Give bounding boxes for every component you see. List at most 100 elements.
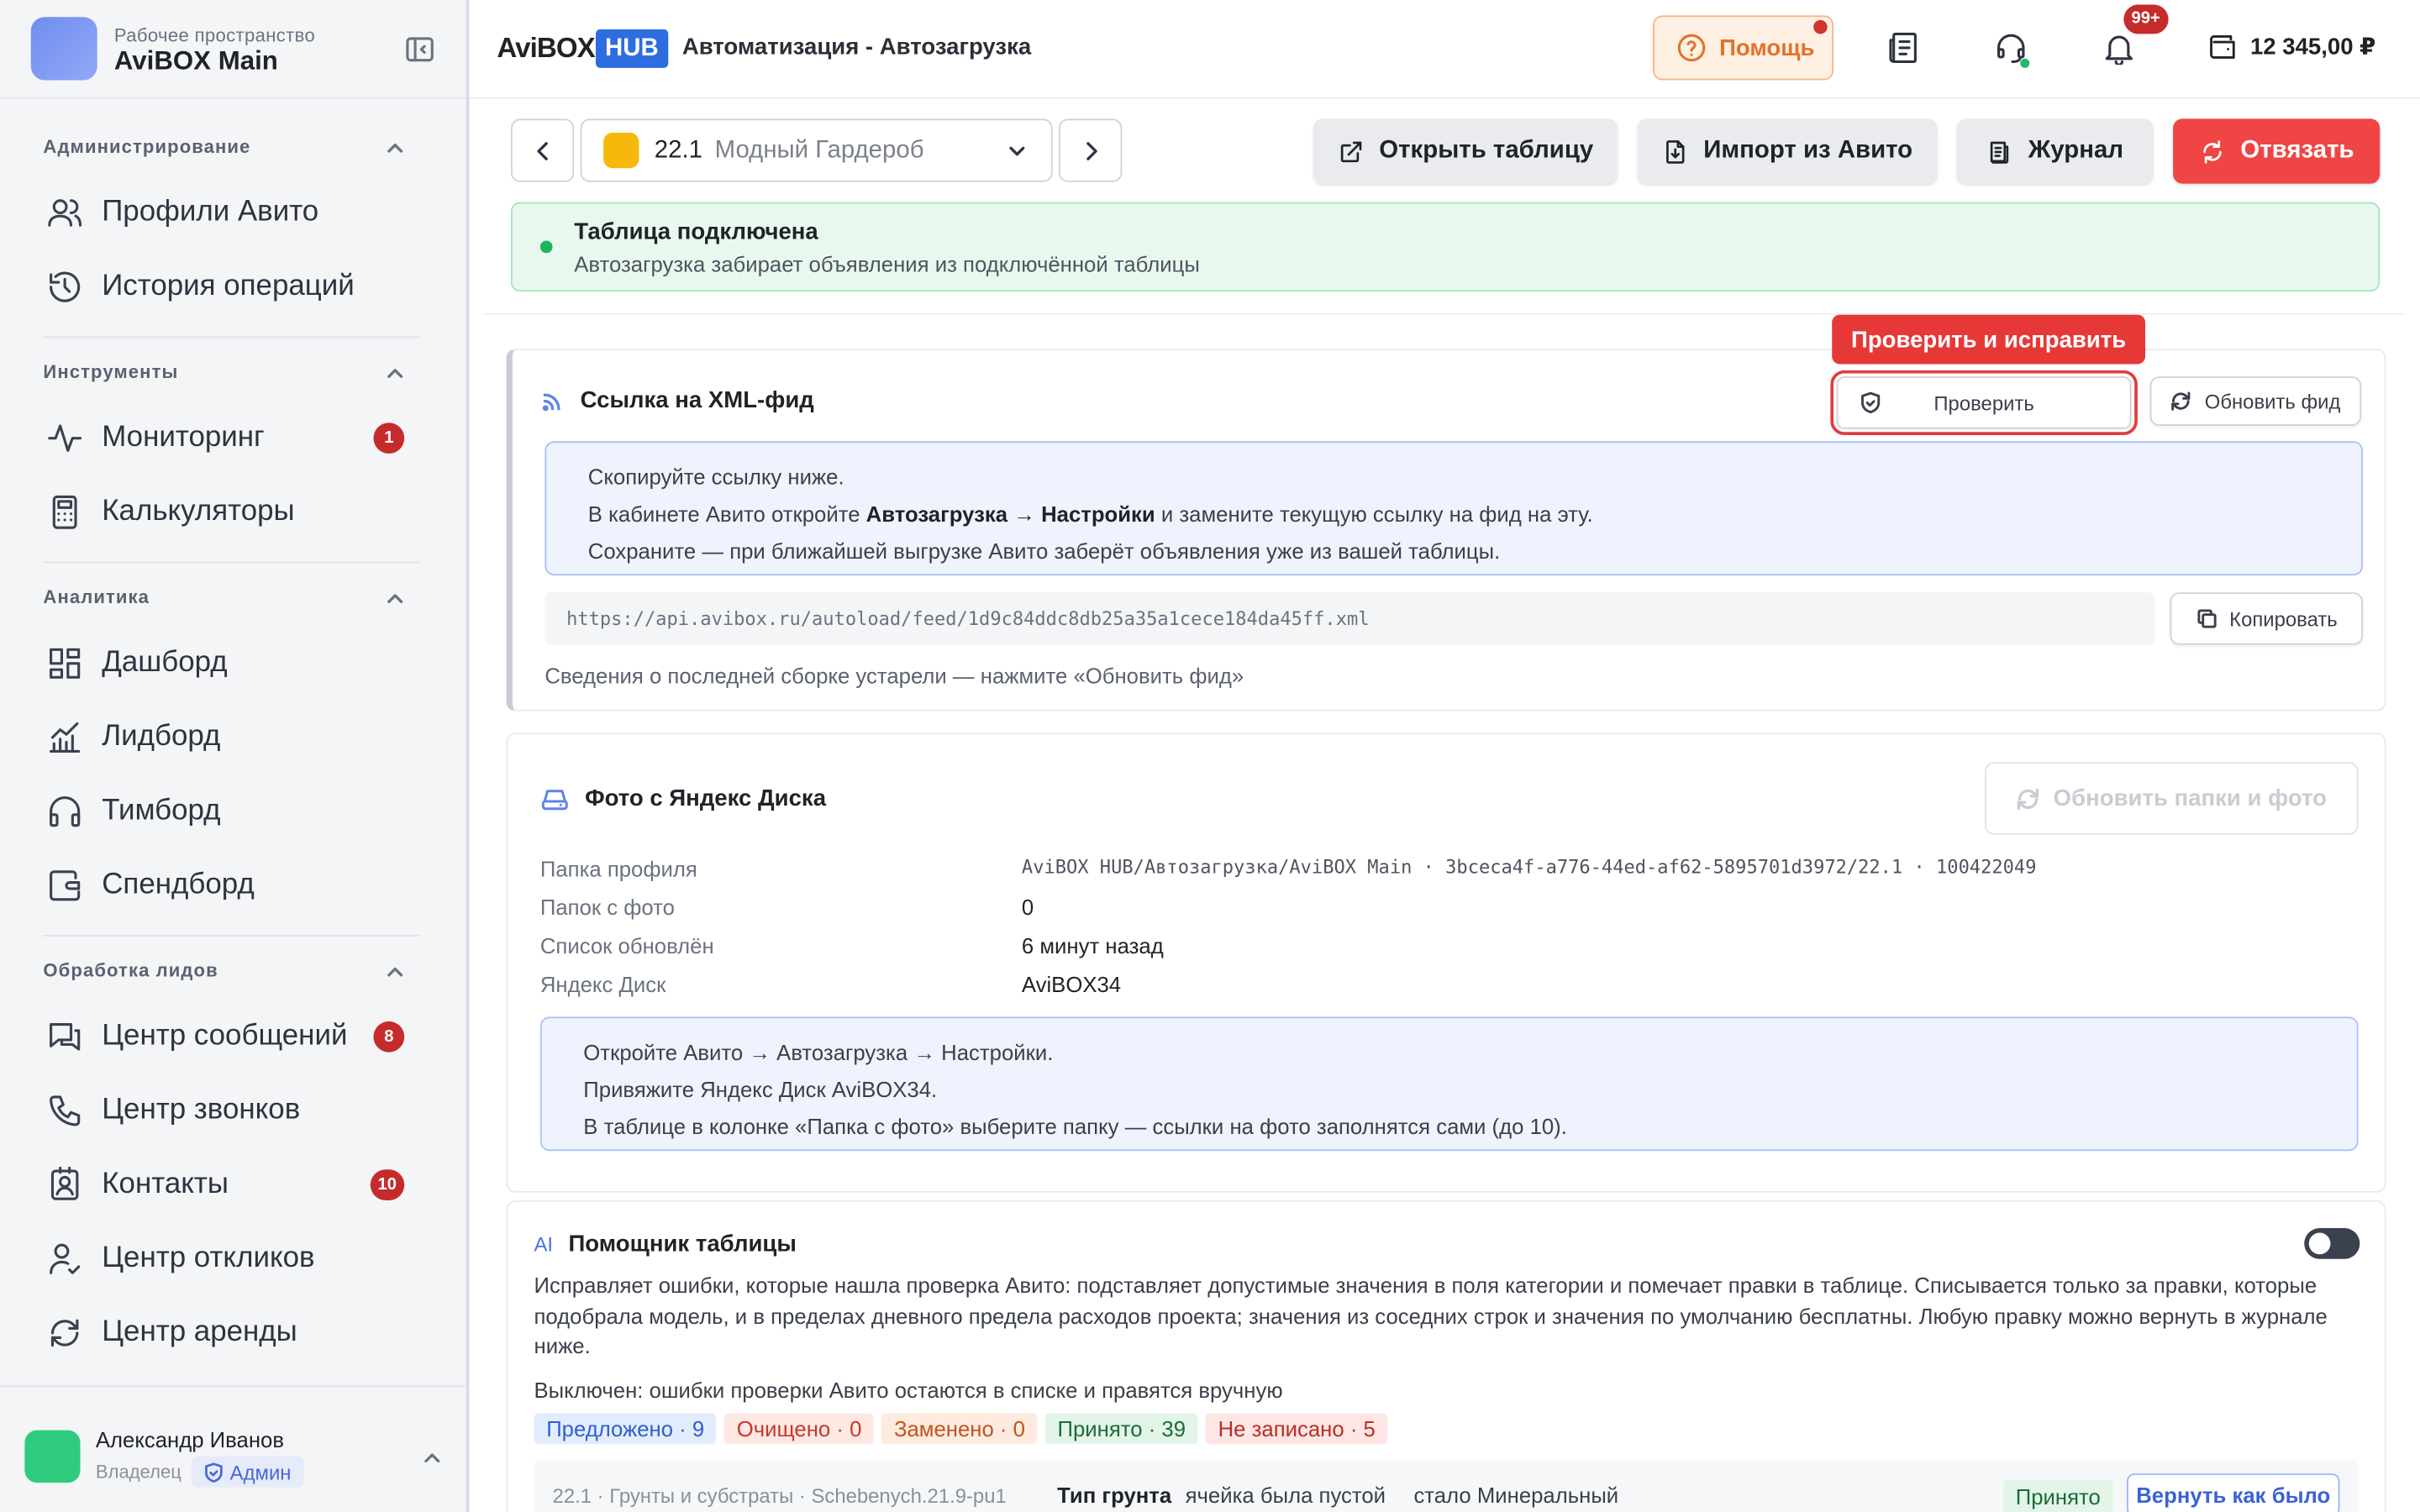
news-icon[interactable] <box>1886 31 1919 65</box>
chevron-up-icon[interactable] <box>383 361 408 386</box>
section-title-tools: Инструменты <box>43 360 179 383</box>
bell-icon[interactable] <box>2102 31 2136 66</box>
messages-badge: 8 <box>373 1021 405 1053</box>
chip-not-written: Не записано · 5 <box>1205 1413 1388 1445</box>
assistant-title: AI Помощник таблицы <box>534 1231 797 1257</box>
chevron-up-icon[interactable] <box>383 136 408 160</box>
kv-value: 6 минут назад <box>1021 933 1164 958</box>
sidebar-item-responses[interactable]: Центр откликов <box>46 1233 410 1285</box>
assistant-description: Исправляет ошибки, которые нашла проверк… <box>534 1273 2328 1358</box>
file-import-icon <box>1665 139 1685 163</box>
chevron-up-icon[interactable] <box>420 1446 445 1470</box>
notifications-badge: 99+ <box>2123 4 2169 34</box>
sidebar-item-history[interactable]: История операций <box>46 260 410 312</box>
profile-color <box>603 132 639 169</box>
next-profile-button[interactable] <box>1059 118 1123 182</box>
balance[interactable]: 12 345,00 ₽ <box>2207 31 2375 62</box>
chevron-up-icon[interactable] <box>383 586 408 611</box>
unlink-button[interactable]: Отвязать <box>2173 118 2381 184</box>
question-icon <box>1677 34 1706 62</box>
check-tooltip: Проверить и исправить <box>1832 314 2146 365</box>
assistant-state: Выключен: ошибки проверки Авито остаются… <box>534 1378 1283 1403</box>
toggle-knob <box>2308 1232 2331 1255</box>
headphones-icon <box>50 796 81 827</box>
section-title-analytics: Аналитика <box>43 585 150 608</box>
section-title-admin: Администрирование <box>43 135 251 158</box>
avatar <box>24 1430 81 1483</box>
sidebar-item-calculators[interactable]: Калькуляторы <box>46 486 410 538</box>
messages-icon <box>50 1023 81 1051</box>
sidebar: Рабочее пространство AviBOX Main Админис… <box>0 0 470 1512</box>
status-dot <box>539 240 553 254</box>
chip-accepted: Принято · 39 <box>1044 1413 1198 1445</box>
revert-button[interactable]: Вернуть как было <box>2127 1473 2340 1512</box>
status-badge: Принято <box>2003 1479 2113 1512</box>
photos-title: Фото с Яндекс Диска <box>540 784 826 813</box>
dashboard-icon <box>50 648 81 679</box>
check-button[interactable]: Проверить <box>1830 370 2138 435</box>
chevron-up-icon[interactable] <box>383 959 408 984</box>
assistant-card: AI Помощник таблицы Исправляет ошибки, к… <box>506 1200 2386 1512</box>
user-profile[interactable]: Александр Иванов Владелец Админ <box>0 1385 466 1512</box>
workspace-subtitle: Рабочее пространство <box>113 24 316 47</box>
assistant-toggle[interactable] <box>2304 1228 2360 1259</box>
brand-logo: AviBOX <box>497 32 595 64</box>
workspace-name: AviBOX Main <box>113 46 278 76</box>
ai-icon: AI <box>534 1232 554 1257</box>
journal-icon <box>1991 140 2009 163</box>
workspace-switcher[interactable]: Рабочее пространство AviBOX Main <box>0 0 466 99</box>
user-role: Владелец <box>95 1461 182 1483</box>
collapse-sidebar-icon[interactable] <box>404 34 435 65</box>
brand-hub-badge: HUB <box>595 29 668 68</box>
import-button[interactable]: Импорт из Авито <box>1637 118 1938 184</box>
sidebar-item-spendboard[interactable]: Спендборд <box>46 859 410 911</box>
users-icon <box>48 199 82 227</box>
stats-chips: Предложено · 9 Очищено · 0 Заменено · 0 … <box>534 1413 1396 1445</box>
activity-icon <box>48 424 82 452</box>
open-table-button[interactable]: Открыть таблицу <box>1313 118 1618 184</box>
wallet-icon <box>2210 34 2235 59</box>
row-became: стало Минеральный <box>1413 1483 1619 1508</box>
profile-select[interactable]: 22.1 Модный Гардероб <box>580 118 1053 182</box>
external-link-icon <box>1340 140 1361 162</box>
sidebar-item-contacts[interactable]: Контакты 10 <box>46 1158 410 1210</box>
sidebar-item-monitoring[interactable]: Мониторинг 1 <box>46 412 410 464</box>
sidebar-item-teamboard[interactable]: Тимборд <box>46 785 410 837</box>
copy-button[interactable]: Копировать <box>2170 592 2364 645</box>
row-field: Тип грунта <box>1057 1483 1172 1508</box>
journal-button[interactable]: Журнал <box>1956 118 2154 184</box>
sidebar-item-calls[interactable]: Центр звонков <box>46 1084 410 1137</box>
chip-cleared: Очищено · 0 <box>724 1413 875 1445</box>
kv-value: 0 <box>1021 895 1034 920</box>
refresh-icon <box>50 1319 79 1347</box>
sidebar-item-dashboard[interactable]: Дашборд <box>46 638 410 690</box>
sidebar-item-rental[interactable]: Центр аренды <box>46 1307 410 1359</box>
contacts-badge: 10 <box>370 1169 405 1200</box>
online-indicator <box>2020 58 2030 68</box>
help-indicator <box>1813 19 1828 34</box>
refresh-feed-button[interactable]: Обновить фид <box>2149 376 2362 426</box>
wallet-icon <box>50 870 81 901</box>
prev-profile-button[interactable] <box>510 118 575 182</box>
photos-card: Фото с Яндекс Диска Обновить папки и фот… <box>506 732 2386 1193</box>
chevron-down-icon <box>1009 146 1025 156</box>
contacts-icon <box>50 1166 79 1200</box>
sidebar-item-messages[interactable]: Центр сообщений 8 <box>46 1011 410 1063</box>
user-check-icon <box>50 1243 81 1274</box>
refresh-folders-button[interactable]: Обновить папки и фото <box>1985 762 2359 835</box>
chart-icon <box>50 722 81 753</box>
sidebar-item-avito-profiles[interactable]: Профили Авито <box>46 186 410 239</box>
help-button[interactable]: Помощь <box>1653 15 1834 81</box>
photos-instructions: Откройте Авито → Автозагрузка → Настройк… <box>539 1016 2359 1152</box>
chevron-right-icon <box>1086 141 1097 160</box>
sidebar-item-leadboard[interactable]: Лидборд <box>46 711 410 764</box>
calculator-icon <box>52 495 77 529</box>
feed-url-field[interactable]: https://api.avibox.ru/autoload/feed/1d9c… <box>544 592 2155 645</box>
disk-icon <box>541 790 568 811</box>
shield-icon <box>205 1462 223 1483</box>
scrollbar[interactable] <box>2405 315 2414 1512</box>
kv-key: Папка профиля <box>539 856 697 881</box>
row-path: 22.1 · Грунты и субстраты · Schebenych.2… <box>552 1483 1007 1508</box>
chip-replaced: Заменено · 0 <box>881 1413 1038 1445</box>
chevron-left-icon <box>536 141 547 160</box>
